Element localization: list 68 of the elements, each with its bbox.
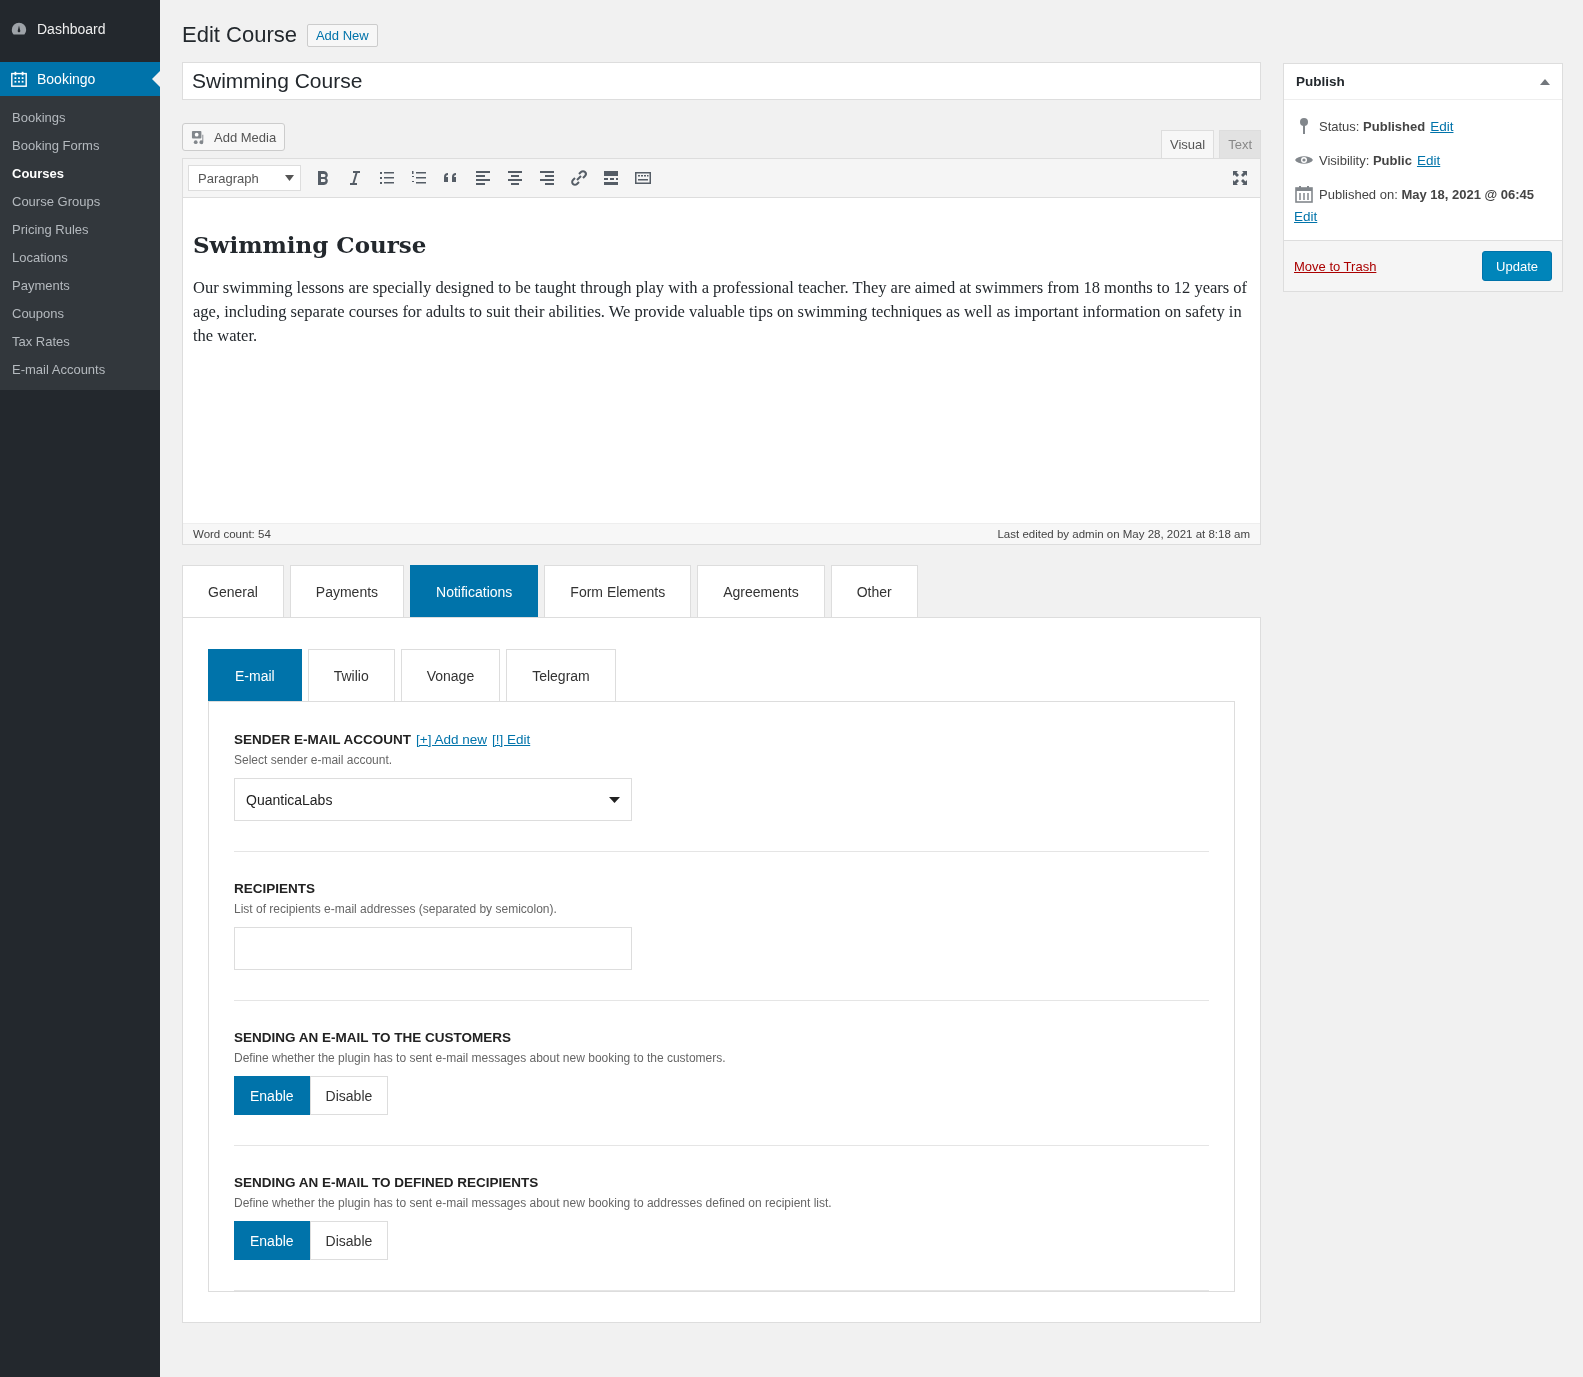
word-count: Word count: 54: [193, 528, 271, 540]
calendar-icon: [10, 70, 28, 88]
content-paragraph: Our swimming lessons are specially designed to be taught through play with a professional teacher. They are aimed at swimmers from 18 months to 12 years of age, including separate courses for adults to suit their abilities. We provide valuable tips on swimming techniques as well as important information on safety in the water.: [193, 277, 1249, 347]
settings-tab[interactable]: Notifications: [410, 565, 539, 617]
content-heading: Swimming Course: [193, 231, 428, 258]
submenu-item[interactable]: Courses: [0, 160, 160, 188]
sidebar-item[interactable]: Dashboard: [0, 12, 160, 46]
add-media-button[interactable]: Add Media: [182, 123, 286, 151]
link-icon[interactable]: [569, 168, 589, 188]
account-select[interactable]: QuanticaLabs: [234, 778, 632, 821]
edit-link[interactable]: Edit: [1430, 118, 1454, 134]
sidebar-item[interactable]: Bookingo: [0, 62, 160, 96]
submenu-item[interactable]: Pricing Rules: [0, 216, 160, 244]
status-text: Status: Published: [1319, 118, 1426, 134]
recipients-field[interactable]: [234, 927, 632, 970]
section-description: List of recipients e-mail addresses (separated by semicolon).: [234, 902, 558, 916]
submenu-item[interactable]: Booking Forms: [0, 132, 160, 160]
page-title: Edit Course: [182, 22, 297, 48]
section-link[interactable]: [!] Edit: [491, 732, 531, 747]
caret-icon: [609, 796, 620, 803]
settings-tab[interactable]: Other: [830, 565, 918, 617]
submenu-item[interactable]: Course Groups: [0, 188, 160, 216]
format-select[interactable]: Paragraph: [188, 165, 301, 191]
caret-icon: [285, 175, 294, 181]
submenu-item[interactable]: Tax Rates: [0, 328, 160, 356]
toggle-option[interactable]: Disable: [309, 1221, 389, 1260]
published-date: Published on: May 18, 2021 @ 06:45: [1319, 186, 1535, 202]
submenu-item[interactable]: Locations: [0, 244, 160, 272]
section-description: Define whether the plugin has to sent e-mail messages about new booking to the customers.: [234, 1051, 727, 1065]
section-title: SENDER E-MAIL ACCOUNT: [234, 732, 411, 747]
last-edited: Last edited by admin on May 28, 2021 at 8:18 am: [997, 528, 1250, 540]
align-center-icon[interactable]: [505, 168, 525, 188]
toggle-option[interactable]: Enable: [234, 1076, 310, 1115]
collapse-icon[interactable]: [1540, 78, 1550, 85]
section-description: Define whether the plugin has to sent e-mail messages about new booking to addresses defined on recipient list.: [234, 1196, 833, 1210]
title-field[interactable]: Swimming Course: [182, 62, 1261, 100]
trash-link[interactable]: Move to Trash: [1294, 258, 1377, 274]
notification-tab[interactable]: Telegram: [506, 649, 616, 701]
submenu-item[interactable]: E-mail Accounts: [0, 356, 160, 384]
submenu-item[interactable]: Payments: [0, 272, 160, 300]
section-description: Select sender e-mail account.: [234, 753, 394, 767]
align-left-icon[interactable]: [473, 168, 493, 188]
settings-tab[interactable]: Form Elements: [544, 565, 692, 617]
section-link[interactable]: [+] Add new: [416, 732, 487, 747]
calendar-icon: [1294, 184, 1314, 204]
align-right-icon[interactable]: [537, 168, 557, 188]
submenu-item[interactable]: Coupons: [0, 300, 160, 328]
submenu-item[interactable]: Bookings: [0, 104, 160, 132]
section-title: SENDING AN E-MAIL TO DEFINED RECIPIENTS: [234, 1175, 539, 1190]
add-new-button[interactable]: Add New: [306, 23, 378, 47]
settings-tab[interactable]: General: [182, 565, 284, 617]
update-button[interactable]: Update: [1482, 251, 1552, 281]
visibility-text: Visibility: Public: [1319, 152, 1412, 168]
editor-tab[interactable]: Visual: [1160, 130, 1215, 158]
toggle-option[interactable]: Enable: [234, 1221, 310, 1260]
fullscreen-icon[interactable]: [1230, 168, 1250, 188]
settings-tab[interactable]: Agreements: [697, 565, 825, 617]
toggle-option[interactable]: Disable: [309, 1076, 389, 1115]
notification-tab[interactable]: Vonage: [400, 649, 501, 701]
box-title: Publish: [1296, 74, 1345, 89]
read-more-icon[interactable]: [601, 168, 621, 188]
section-title: RECIPIENTS: [234, 881, 315, 896]
section-title: SENDING AN E-MAIL TO THE CUSTOMERS: [234, 1030, 512, 1045]
edit-link[interactable]: Edit: [1416, 152, 1441, 168]
settings-tab[interactable]: Payments: [289, 565, 405, 617]
notification-tab[interactable]: E-mail: [208, 649, 302, 701]
edit-link[interactable]: Edit: [1294, 209, 1552, 224]
notification-tab[interactable]: Twilio: [307, 649, 395, 701]
